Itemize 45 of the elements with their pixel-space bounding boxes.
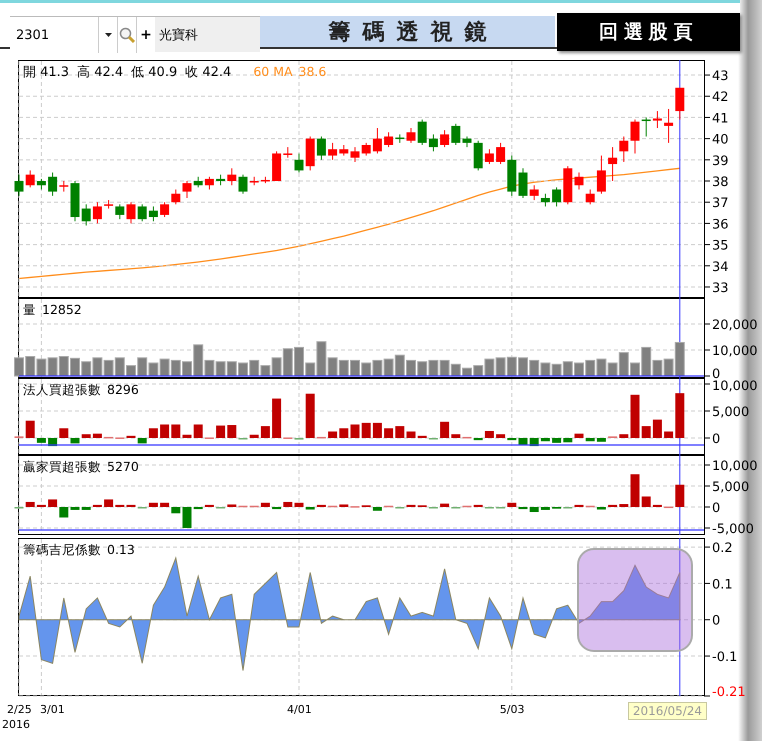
axis-label: 5,000 <box>712 405 750 420</box>
axis-label: 35 <box>712 238 729 254</box>
axis-label: -0.21 <box>712 685 746 700</box>
axis-label: 42 <box>712 90 729 106</box>
axis-label: 10,000 <box>712 379 758 394</box>
axis-label: 33 <box>712 280 729 296</box>
year-label: 2016 <box>2 718 30 731</box>
axis-label: 5,000 <box>712 480 750 495</box>
date-label: 4/01 <box>287 703 312 716</box>
date-label: 5/03 <box>500 703 524 716</box>
price-legend: 開 41.3 <box>23 65 70 80</box>
axis-label: 0.2 <box>712 541 733 556</box>
panel-title: 量 12852 <box>23 302 82 317</box>
app-title: 籌碼透視鏡 <box>260 16 556 47</box>
axis-label: 0.1 <box>712 577 733 592</box>
axis-label: -5,000 <box>712 522 754 537</box>
axis-label: 41 <box>712 111 729 126</box>
axis-label: 43 <box>712 69 729 84</box>
back-button[interactable]: 回選股頁 <box>557 13 740 51</box>
axis-label: 0 <box>712 367 720 382</box>
axis-label: 38 <box>712 175 729 190</box>
axis-label: 40 <box>712 132 729 148</box>
axis-label: 10,000 <box>712 459 758 474</box>
axis-label: 0 <box>712 432 720 447</box>
panel-title: 籌碼吉尼係數 0.13 <box>23 542 135 557</box>
axis-label: 36 <box>712 217 729 232</box>
price-legend: 高 42.4 <box>77 65 124 80</box>
date-tooltip: 2016/05/24 <box>628 702 707 720</box>
panel-title: 贏家買超張數 5270 <box>23 459 139 474</box>
axis-label: 37 <box>712 196 729 212</box>
axis-label: 10,000 <box>712 344 758 359</box>
axis-label: 34 <box>712 260 729 275</box>
axis-label: 0 <box>712 501 720 516</box>
panel-title: 法人買超張數 8296 <box>23 382 139 397</box>
axis-label: 20,000 <box>712 318 758 333</box>
add-button[interactable]: + <box>136 17 155 53</box>
price-legend: 收 42.4 <box>185 65 232 80</box>
date-label: 3/01 <box>40 703 65 716</box>
date-label: 2/25 <box>7 703 32 716</box>
axis-label: -0.1 <box>712 650 738 666</box>
panel-title: 60 MA 38.6 <box>253 64 326 79</box>
price-legend: 低 40.9 <box>131 65 178 80</box>
axis-label: 0 <box>712 614 720 629</box>
axis-label: 39 <box>712 154 729 169</box>
stock-name: 光寶科 <box>155 16 260 52</box>
